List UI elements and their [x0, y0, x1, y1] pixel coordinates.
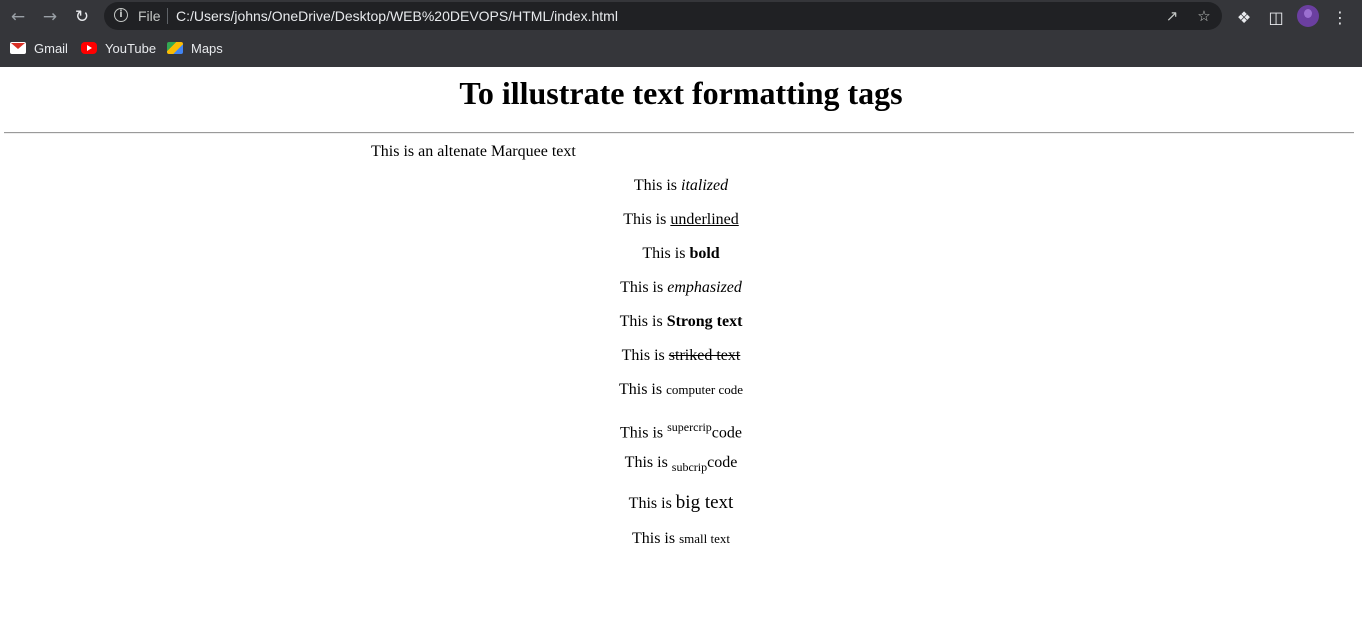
- browser-chrome: ← → ↻ i File C:/Users/johns/OneDrive/Des…: [0, 0, 1362, 67]
- code-line: This is computer code: [0, 380, 1362, 400]
- url-scheme-label: File: [138, 8, 161, 24]
- superscript-text: supercrip: [667, 420, 712, 434]
- browser-toolbar: ← → ↻ i File C:/Users/johns/OneDrive/Des…: [0, 0, 1362, 34]
- bold-line: This is bold: [0, 244, 1362, 264]
- bookmark-youtube[interactable]: YouTube: [81, 39, 156, 57]
- subscript-suffix: code: [707, 454, 738, 471]
- bookmark-label: Gmail: [34, 40, 68, 56]
- bookmarks-bar: Gmail YouTube Maps: [0, 34, 1362, 62]
- bold-text: bold: [689, 245, 720, 262]
- menu-kebab-icon[interactable]: ⋮: [1328, 5, 1352, 29]
- line-prefix: This is: [620, 424, 668, 442]
- bookmark-gmail[interactable]: Gmail: [10, 39, 68, 57]
- address-bar[interactable]: i File C:/Users/johns/OneDrive/Desktop/W…: [104, 2, 1222, 30]
- info-icon[interactable]: i: [114, 8, 128, 22]
- bookmark-label: YouTube: [105, 40, 157, 56]
- superscript-line: This is supercripcode: [0, 417, 1362, 443]
- striked-line: This is striked text: [0, 346, 1362, 366]
- line-prefix: This is: [623, 211, 671, 228]
- reload-icon[interactable]: ↻: [70, 5, 94, 29]
- line-prefix: This is: [618, 381, 667, 398]
- underline-line: This is underlined: [0, 210, 1362, 230]
- back-arrow-icon[interactable]: ←: [6, 5, 30, 29]
- strong-line: This is Strong text: [0, 312, 1362, 332]
- small-text: small text: [679, 531, 731, 546]
- url-text[interactable]: C:/Users/johns/OneDrive/Desktop/WEB%20DE…: [176, 8, 618, 24]
- marquee-text: This is an altenate Marquee text: [371, 143, 576, 160]
- big-line: This is big text: [0, 493, 1362, 514]
- line-prefix: This is: [620, 279, 668, 296]
- profile-avatar[interactable]: [1297, 5, 1319, 27]
- star-icon[interactable]: ☆: [1194, 6, 1214, 26]
- small-line: This is small text: [0, 529, 1362, 549]
- line-prefix: This is: [633, 177, 681, 194]
- strong-text: Strong text: [666, 313, 743, 330]
- page-content: To illustrate text formatting tags This …: [0, 67, 1362, 631]
- code-text: computer code: [666, 382, 743, 397]
- horizontal-rule: [4, 132, 1354, 134]
- gmail-icon: [10, 42, 26, 54]
- line-prefix: This is: [628, 495, 676, 512]
- extensions-icon[interactable]: ❖: [1232, 5, 1256, 29]
- striked-text: striked text: [668, 347, 741, 364]
- line-prefix: This is: [621, 347, 669, 364]
- emphasized-text: emphasized: [667, 279, 742, 296]
- youtube-icon: [81, 42, 97, 54]
- line-prefix: This is: [624, 454, 672, 471]
- subscript-text: subcrip: [671, 460, 708, 475]
- address-bar-divider: [167, 8, 168, 24]
- line-prefix: This is: [642, 245, 690, 262]
- emphasized-line: This is emphasized: [0, 278, 1362, 298]
- page-heading: To illustrate text formatting tags: [459, 75, 903, 111]
- forward-arrow-icon[interactable]: →: [38, 5, 62, 29]
- side-panel-icon[interactable]: ◫: [1264, 5, 1288, 29]
- share-icon[interactable]: ↗: [1162, 6, 1182, 26]
- subscript-line: This is subcripcode: [0, 453, 1362, 477]
- bookmark-maps[interactable]: Maps: [167, 39, 223, 57]
- line-prefix: This is: [619, 313, 667, 330]
- line-prefix: This is: [631, 530, 680, 547]
- big-text: big text: [675, 492, 734, 513]
- underlined-text: underlined: [670, 211, 739, 228]
- italic-line: This is italized: [0, 176, 1362, 196]
- bookmark-label: Maps: [191, 40, 223, 56]
- maps-icon: [167, 42, 183, 54]
- superscript-suffix: code: [711, 424, 742, 442]
- italic-text: italized: [681, 177, 729, 194]
